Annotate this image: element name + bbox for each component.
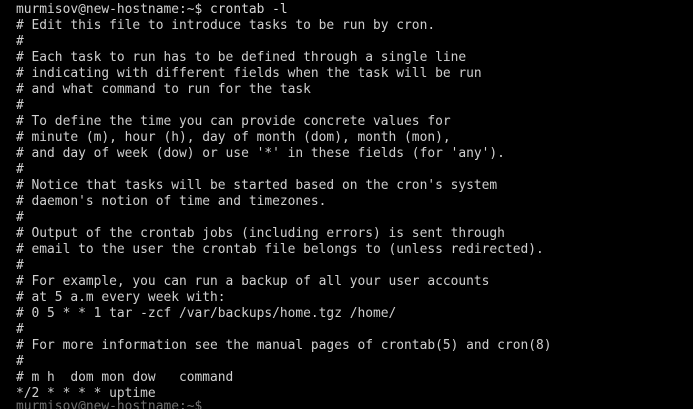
crontab-line: # Each task to run has to be defined thr…: [16, 50, 467, 65]
crontab-line: # minute (m), hour (h), day of month (do…: [16, 130, 451, 145]
crontab-line: #: [16, 162, 24, 177]
shell-prompt: murmisov@new-hostname:~$: [16, 2, 203, 17]
terminal-output[interactable]: murmisov@new-hostname:~$ crontab -l # Ed…: [16, 2, 693, 409]
crontab-line: #: [16, 258, 24, 273]
crontab-line: #: [16, 354, 24, 369]
crontab-line: # indicating with different fields when …: [16, 66, 482, 81]
crontab-line: #: [16, 34, 24, 49]
crontab-line: # and what command to run for the task: [16, 82, 311, 97]
crontab-line: # at 5 a.m every week with:: [16, 290, 226, 305]
crontab-line: # Edit this file to introduce tasks to b…: [16, 18, 436, 33]
crontab-line: # For example, you can run a backup of a…: [16, 274, 490, 289]
crontab-line: # daemon's notion of time and timezones.: [16, 194, 327, 209]
crontab-line: # m h dom mon dow command: [16, 370, 234, 385]
crontab-line: #: [16, 98, 24, 113]
crontab-line: # To define the time you can provide con…: [16, 114, 451, 129]
crontab-line: # Notice that tasks will be started base…: [16, 178, 498, 193]
command-text: crontab -l: [210, 2, 288, 17]
crontab-line: #: [16, 322, 24, 337]
crontab-line: # and day of week (dow) or use '*' in th…: [16, 146, 505, 161]
crontab-line: # email to the user the crontab file bel…: [16, 242, 544, 257]
next-prompt-partial: murmisov@new-hostname:~$: [16, 399, 203, 409]
prompt-line: murmisov@new-hostname:~$ crontab -l: [16, 2, 693, 18]
crontab-line: # 0 5 * * 1 tar -zcf /var/backups/home.t…: [16, 306, 397, 321]
crontab-line: # Output of the crontab jobs (including …: [16, 226, 505, 241]
crontab-line: # For more information see the manual pa…: [16, 338, 552, 353]
crontab-line: #: [16, 210, 24, 225]
crontab-output: # Edit this file to introduce tasks to b…: [16, 18, 693, 402]
terminal-window[interactable]: murmisov@new-hostname:~$ crontab -l # Ed…: [0, 0, 693, 409]
